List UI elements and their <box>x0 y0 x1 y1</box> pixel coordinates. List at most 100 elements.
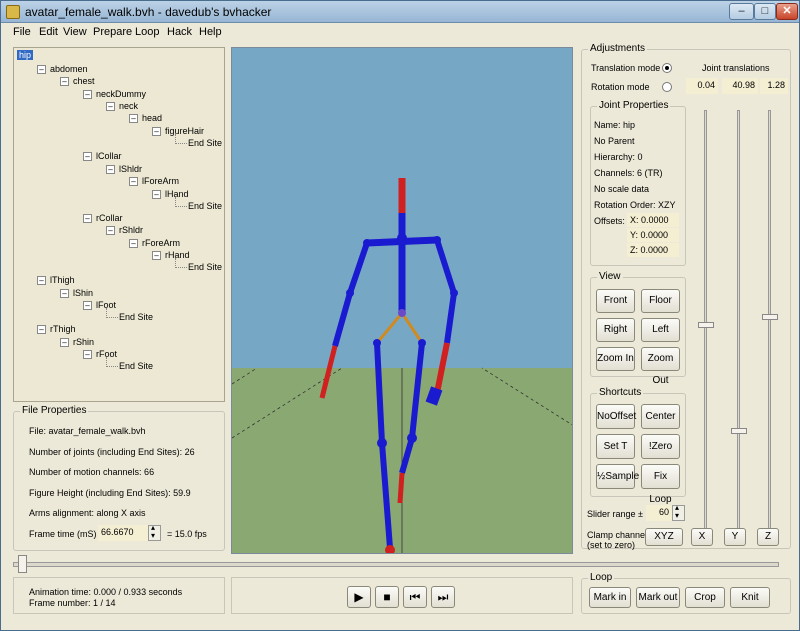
tree-node[interactable]: lShin <box>73 288 93 298</box>
half-sample-button[interactable]: ½Sample <box>596 464 639 489</box>
tree-node[interactable]: rShin <box>73 337 94 347</box>
tree-expander[interactable]: – <box>37 65 46 74</box>
menu-file[interactable]: File <box>13 26 31 38</box>
maximize-button[interactable]: □ <box>754 3 776 20</box>
zero-button[interactable]: !Zero <box>641 434 680 459</box>
tree-expander[interactable]: – <box>152 251 161 260</box>
tree-expander[interactable]: – <box>83 90 92 99</box>
menu-hack[interactable]: Hack <box>167 26 192 38</box>
no-offset-button[interactable]: NoOffset <box>596 404 636 429</box>
menu-prepare[interactable]: Prepare <box>93 26 132 38</box>
set-t-button[interactable]: Set T <box>596 434 635 459</box>
tree-expander[interactable]: – <box>37 325 46 334</box>
tree-node[interactable]: rForeArm <box>142 238 180 248</box>
zoom-in-button[interactable]: Zoom In <box>596 347 635 371</box>
menu-view[interactable]: View <box>63 26 87 38</box>
tree-node[interactable]: End Site <box>188 138 222 148</box>
tree-node[interactable]: chest <box>73 76 95 86</box>
translation-z-slider[interactable] <box>768 110 771 540</box>
tree-node[interactable]: neck <box>119 101 138 111</box>
tree-expander[interactable]: – <box>152 127 161 136</box>
tree-expander[interactable]: – <box>83 214 92 223</box>
fix-loop-button[interactable]: Fix Loop <box>641 464 680 505</box>
tree-node[interactable]: End Site <box>119 312 153 322</box>
slider-range-field[interactable]: 60 <box>646 505 672 521</box>
tree-expander[interactable]: – <box>129 114 138 123</box>
tree-node[interactable]: lForeArm <box>142 176 179 186</box>
translation-z-field[interactable]: 1.28 <box>760 78 788 94</box>
menu-edit[interactable]: Edit <box>39 26 58 38</box>
skip-back-button[interactable]: ⏮ <box>403 586 427 608</box>
tree-expander[interactable]: – <box>106 165 115 174</box>
frame-timeline-thumb[interactable] <box>18 555 27 573</box>
tree-node[interactable]: neckDummy <box>96 89 146 99</box>
translation-mode-radio[interactable] <box>662 63 672 73</box>
tree-node-hip[interactable]: hip <box>17 50 34 60</box>
tree-expander[interactable]: – <box>60 77 69 86</box>
tree-expander[interactable]: – <box>60 338 69 347</box>
rotation-mode-label: Rotation mode <box>591 82 650 92</box>
mark-out-button[interactable]: Mark out <box>636 587 680 608</box>
tree-expander[interactable]: – <box>37 276 46 285</box>
translation-y-slider-thumb[interactable] <box>731 428 747 434</box>
play-button[interactable]: ▶ <box>347 586 371 608</box>
joint-tree[interactable]: hip – abdomen – chest – neckDummy – neck – head – fi… <box>13 47 225 402</box>
3d-viewport[interactable] <box>231 47 573 554</box>
tree-expander[interactable]: – <box>60 289 69 298</box>
left-button[interactable]: Left <box>641 318 680 342</box>
clamp-xyz-button[interactable]: XYZ <box>645 528 683 546</box>
minimize-button[interactable]: – <box>729 3 754 20</box>
tree-node[interactable]: abdomen <box>50 64 88 74</box>
translation-y-field[interactable]: 40.98 <box>722 78 758 94</box>
translation-x-slider-thumb[interactable] <box>698 322 714 328</box>
frame-timeline-slider[interactable] <box>13 562 779 567</box>
translation-z-slider-thumb[interactable] <box>762 313 778 320</box>
crop-button[interactable]: Crop <box>685 587 725 608</box>
slider-range-spinner[interactable] <box>672 503 685 521</box>
floor-button[interactable]: Floor <box>641 289 680 313</box>
tree-expander[interactable]: – <box>83 301 92 310</box>
tree-node[interactable]: lCollar <box>96 151 122 161</box>
tree-node[interactable]: rCollar <box>96 213 123 223</box>
zoom-out-button[interactable]: Zoom Out <box>641 347 680 386</box>
translation-x-field[interactable]: 0.04 <box>686 78 718 94</box>
tree-expander[interactable]: – <box>106 102 115 111</box>
stop-button[interactable]: ■ <box>375 586 399 608</box>
tree-expander[interactable]: – <box>106 226 115 235</box>
mark-in-button[interactable]: Mark in <box>589 587 631 608</box>
clamp-y-button[interactable]: Y <box>724 528 746 546</box>
tree-node[interactable]: head <box>142 113 162 123</box>
menu-help[interactable]: Help <box>199 26 222 38</box>
center-button[interactable]: Center <box>641 404 680 429</box>
frame-time-spinner[interactable] <box>148 523 161 541</box>
clamp-z-button[interactable]: Z <box>757 528 779 546</box>
skip-forward-button[interactable]: ⏭ <box>431 586 455 608</box>
menu-loop[interactable]: Loop <box>135 26 159 38</box>
tree-expander[interactable]: – <box>152 190 161 199</box>
tree-node[interactable]: lThigh <box>50 275 75 285</box>
tree-node[interactable]: End Site <box>188 262 222 272</box>
motion-channel-count: Number of motion channels: 66 <box>29 467 155 477</box>
tree-expander[interactable]: – <box>83 350 92 359</box>
frame-time-field[interactable]: 66.6670 <box>98 525 148 541</box>
knit-button[interactable]: Knit <box>730 587 770 608</box>
tree-expander[interactable]: – <box>129 177 138 186</box>
translation-y-slider[interactable] <box>737 110 740 540</box>
front-button[interactable]: Front <box>596 289 635 313</box>
tree-node[interactable]: End Site <box>119 361 153 371</box>
window-title: avatar_female_walk.bvh - davedub's bvhac… <box>25 5 272 19</box>
tree-node[interactable]: End Site <box>188 201 222 211</box>
tree-node[interactable]: rShldr <box>119 225 143 235</box>
close-button[interactable]: ✕ <box>776 3 798 20</box>
shortcuts-title: Shortcuts <box>597 387 644 398</box>
tree-expander[interactable]: – <box>83 152 92 161</box>
tree-expander[interactable]: – <box>129 239 138 248</box>
right-button[interactable]: Right <box>596 318 635 342</box>
tree-node[interactable]: rThigh <box>50 324 76 334</box>
view-group: View Front Floor Right Left Zoom In Zoom… <box>590 271 686 386</box>
clamp-x-button[interactable]: X <box>691 528 713 546</box>
title-bar[interactable]: avatar_female_walk.bvh - davedub's bvhac… <box>1 1 799 23</box>
rotation-mode-radio[interactable] <box>662 82 672 92</box>
tree-node[interactable]: lShldr <box>119 164 142 174</box>
skeleton-view[interactable] <box>232 48 573 554</box>
